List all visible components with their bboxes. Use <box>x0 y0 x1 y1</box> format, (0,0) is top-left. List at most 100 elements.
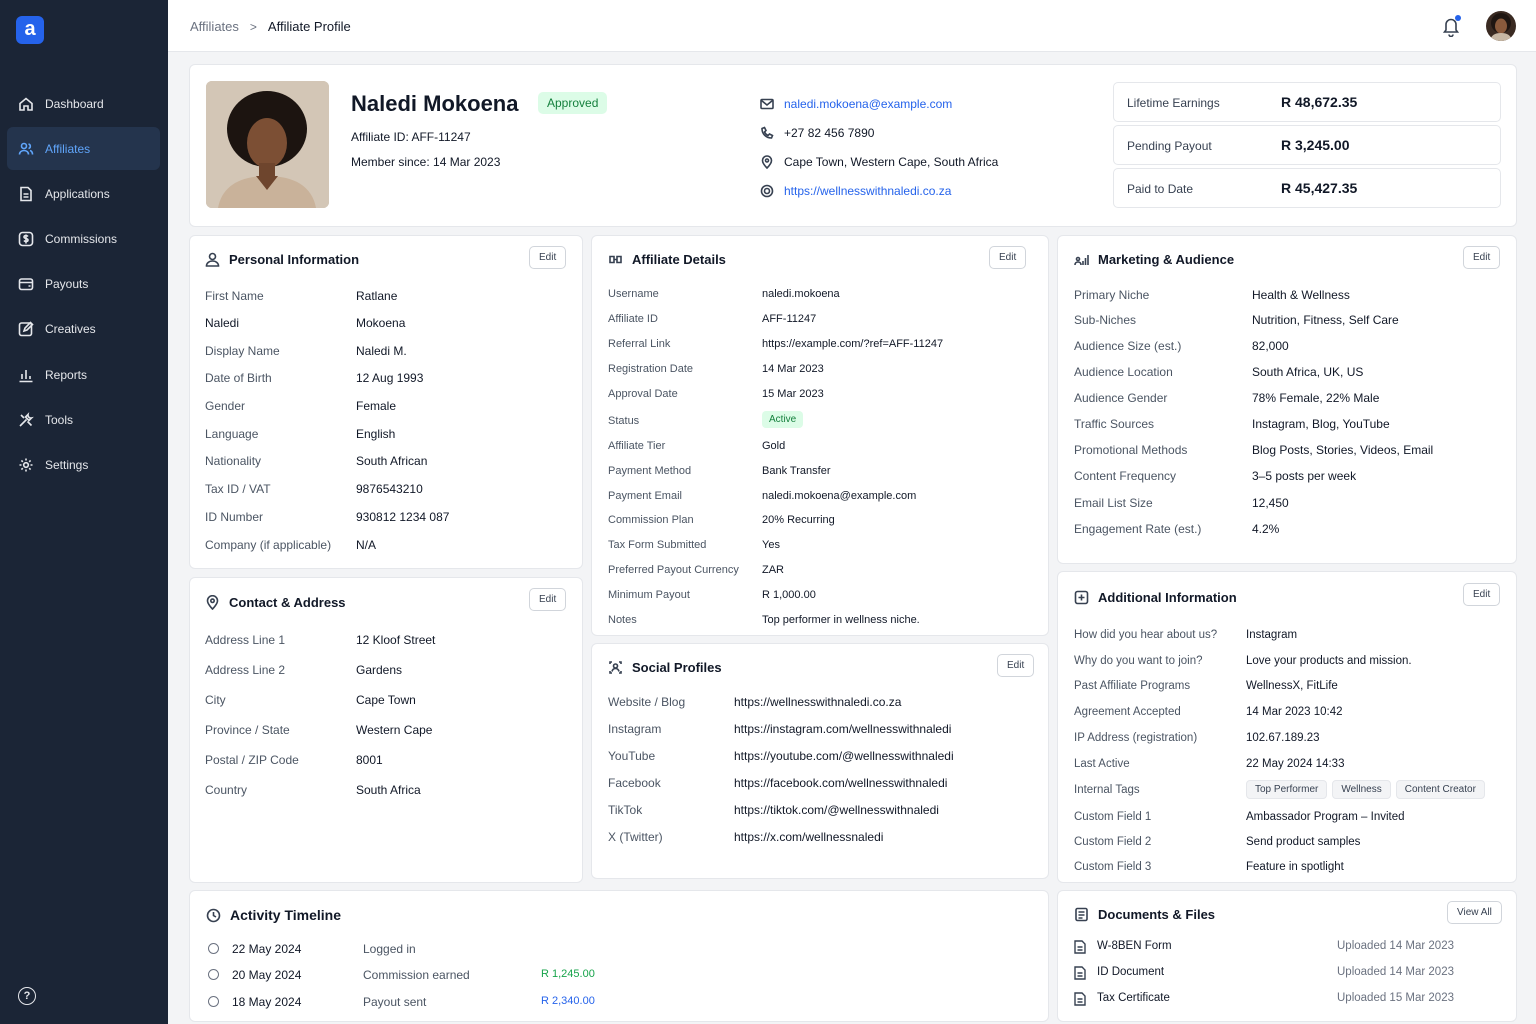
sidebar-item-commissions[interactable]: Commissions <box>7 218 160 261</box>
field-label: Custom Field 1 <box>1074 811 1152 823</box>
breadcrumb-parent[interactable]: Affiliates <box>190 19 239 34</box>
marketing-audience-card: Marketing & Audience Edit Primary Niche H… <box>1057 235 1517 564</box>
field-label: Why do you want to join? <box>1074 655 1203 667</box>
timeline-dot <box>208 943 219 954</box>
field-label: Payment Method <box>608 465 692 477</box>
stat-label: Paid to Date <box>1127 182 1194 196</box>
field-label: Affiliate Tier <box>608 440 666 452</box>
card-title-text: Activity Timeline <box>230 907 342 923</box>
website-link[interactable]: https://wellnesswithnaledi.co.za <box>784 184 951 198</box>
field-value: 20% Recurring <box>762 514 835 526</box>
field-label: Sub-Niches <box>1074 313 1137 327</box>
card-title: Documents & Files <box>1074 907 1215 922</box>
field-value: English <box>356 427 396 441</box>
field-value: naledi.mokoena <box>762 288 840 300</box>
social-link[interactable]: https://wellnesswithnaledi.co.za <box>734 695 901 709</box>
field-label: Engagement Rate (est.) <box>1074 522 1202 536</box>
top-bar: Affiliates > Affiliate Profile <box>168 0 1536 52</box>
upload-date: Uploaded 14 Mar 2023 <box>1337 966 1454 978</box>
contact-email: naledi.mokoena@example.com <box>760 97 952 111</box>
document-link[interactable]: ID Document <box>1097 966 1164 978</box>
field-label: Gender <box>205 399 246 413</box>
sidebar-item-settings[interactable]: Settings <box>7 444 160 487</box>
document-icon <box>1074 907 1089 922</box>
social-link[interactable]: https://x.com/wellnessnaledi <box>734 830 883 844</box>
sidebar-item-tools[interactable]: Tools <box>7 398 160 441</box>
field-value: Send product samples <box>1246 836 1361 848</box>
field-label: Primary Niche <box>1074 288 1150 302</box>
sidebar-item-creatives[interactable]: Creatives <box>7 308 160 351</box>
card-title: Contact & Address <box>205 595 346 610</box>
field-value: R 1,000.00 <box>762 589 816 601</box>
field-value: 9876543210 <box>356 482 423 496</box>
field-label: Audience Location <box>1074 365 1173 379</box>
document-link[interactable]: W-8BEN Form <box>1097 940 1172 952</box>
field-value: WellnessX, FitLife <box>1246 680 1338 692</box>
social-profiles-card: Social Profiles Edit Website / Blog https… <box>591 643 1049 879</box>
avatar[interactable] <box>1486 11 1516 41</box>
stat-value: R 3,245.00 <box>1281 137 1350 153</box>
field-label: Nationality <box>205 454 262 468</box>
card-title-text: Additional Information <box>1098 590 1237 605</box>
sidebar-item-applications[interactable]: Applications <box>7 172 160 215</box>
personal-information-card: Personal Information Edit First Name Ratl… <box>189 235 583 569</box>
edit-additional-button[interactable]: Edit <box>1463 583 1501 606</box>
field-label: YouTube <box>608 749 656 763</box>
contact-phone: +27 82 456 7890 <box>760 126 874 140</box>
edit-affiliate-button[interactable]: Edit <box>989 246 1027 269</box>
timeline-event: Commission earned <box>363 968 470 982</box>
affiliate-id-text: Affiliate ID: AFF-11247 <box>351 130 471 144</box>
file-icon <box>1074 992 1086 1006</box>
social-link[interactable]: https://youtube.com/@wellnesswithnaledi <box>734 749 954 763</box>
sidebar-item-reports[interactable]: Reports <box>7 353 160 396</box>
plus-square-icon <box>1074 590 1089 605</box>
field-label: Date of Birth <box>205 371 272 385</box>
referral-link[interactable]: https://example.com/?ref=AFF-11247 <box>762 338 943 350</box>
field-value: Health & Wellness <box>1252 288 1350 302</box>
sidebar-item-label: Affiliates <box>45 141 91 156</box>
field-label: Custom Field 2 <box>1074 836 1152 848</box>
field-label: Username <box>608 288 659 300</box>
field-value: Mokoena <box>356 316 406 330</box>
field-value: Bank Transfer <box>762 465 831 477</box>
card-title-text: Documents & Files <box>1098 907 1216 922</box>
field-value: 78% Female, 22% Male <box>1252 391 1380 405</box>
field-value: Western Cape <box>356 723 433 737</box>
link-icon <box>608 252 623 267</box>
help-icon[interactable]: ? <box>18 987 36 1005</box>
view-all-documents-button[interactable]: View All <box>1447 901 1502 924</box>
email-link[interactable]: naledi.mokoena@example.com <box>784 97 952 111</box>
home-icon <box>18 96 34 112</box>
field-label: Language <box>205 427 259 441</box>
sidebar-item-label: Payouts <box>45 277 89 292</box>
social-link[interactable]: https://instagram.com/wellnesswithnaledi <box>734 722 951 736</box>
social-link[interactable]: https://tiktok.com/@wellnesswithnaledi <box>734 803 939 817</box>
field-label: Promotional Methods <box>1074 443 1188 457</box>
field-label: Referral Link <box>608 338 671 350</box>
card-title-text: Affiliate Details <box>632 252 726 267</box>
field-value: 15 Mar 2023 <box>762 388 824 400</box>
upload-date: Uploaded 14 Mar 2023 <box>1337 940 1454 952</box>
edit-contact-button[interactable]: Edit <box>529 588 567 611</box>
social-link[interactable]: https://facebook.com/wellnesswithnaledi <box>734 776 947 790</box>
field-value: Blog Posts, Stories, Videos, Email <box>1252 443 1434 457</box>
internal-tags: Top Performer Wellness Content Creator <box>1246 780 1490 799</box>
field-value: Love your products and mission. <box>1246 655 1412 667</box>
member-since-text: Member since: 14 Mar 2023 <box>351 155 501 169</box>
breadcrumb-current: Affiliate Profile <box>267 19 351 34</box>
field-label: Address Line 1 <box>205 633 286 647</box>
sidebar-item-dashboard[interactable]: Dashboard <box>7 82 160 125</box>
edit-social-button[interactable]: Edit <box>997 654 1035 677</box>
app-logo[interactable]: a <box>16 16 44 44</box>
file-icon <box>18 186 34 202</box>
edit-personal-button[interactable]: Edit <box>529 246 567 269</box>
sidebar-item-payouts[interactable]: Payouts <box>7 263 160 306</box>
affiliate-name: Naledi Mokoena <box>351 91 519 116</box>
sidebar-item-affiliates[interactable]: Affiliates <box>7 127 160 171</box>
edit-marketing-button[interactable]: Edit <box>1463 246 1501 269</box>
field-value: 3–5 posts per week <box>1252 469 1357 483</box>
card-title: Social Profiles <box>608 660 722 675</box>
field-value: 14 Mar 2023 <box>762 363 824 375</box>
field-value: 12,450 <box>1252 496 1289 510</box>
document-link[interactable]: Tax Certificate <box>1097 992 1170 1004</box>
